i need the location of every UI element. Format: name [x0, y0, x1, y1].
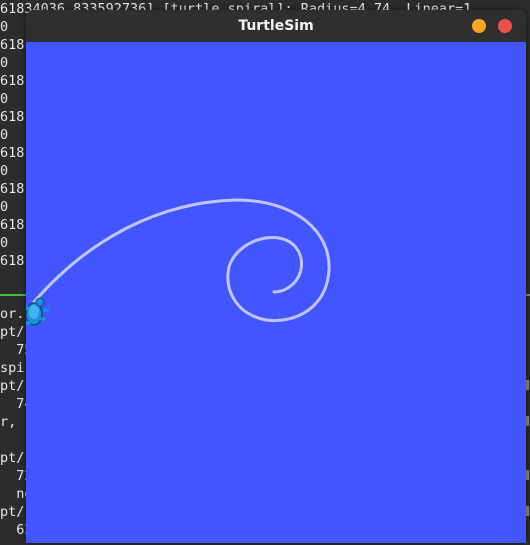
terminal-line: 618	[0, 73, 25, 89]
terminal-line: pt/	[0, 324, 25, 340]
terminal-line: 0	[0, 163, 9, 179]
terminal-line: 618	[0, 217, 25, 233]
terminal-line: r,	[0, 414, 17, 430]
terminal-line: 0	[0, 127, 9, 143]
canvas-drawing	[26, 198, 331, 326]
terminal-line: or.	[0, 306, 25, 322]
minimize-button[interactable]	[472, 19, 486, 33]
terminal-scrollbar[interactable]	[526, 380, 529, 530]
scroll-tick	[526, 506, 529, 516]
scroll-tick	[526, 416, 529, 426]
terminal-line: pt/	[0, 450, 25, 466]
turtlesim-window[interactable]: TurtleSim	[26, 10, 526, 543]
terminal-line: 0	[0, 91, 9, 107]
window-title: TurtleSim	[238, 18, 314, 34]
scroll-tick	[526, 380, 529, 390]
window-titlebar[interactable]: TurtleSim	[26, 10, 526, 42]
terminal-line: pt/	[0, 378, 25, 394]
terminal-line: 618	[0, 253, 25, 269]
terminal-line: 618	[0, 145, 25, 161]
terminal-line: 618	[0, 109, 25, 125]
turtle-canvas	[26, 42, 526, 543]
turtle-path	[32, 198, 331, 323]
terminal-line: 0	[0, 235, 9, 251]
turtle-icon	[26, 297, 49, 326]
scroll-tick	[526, 470, 529, 480]
terminal-pane-divider-right	[526, 294, 530, 296]
terminal-line: pt/	[0, 504, 25, 520]
close-button[interactable]	[498, 19, 512, 33]
terminal-line: 0	[0, 199, 9, 215]
terminal-line: 618	[0, 181, 25, 197]
terminal-pane-divider	[0, 294, 26, 296]
terminal-line: 618	[0, 37, 25, 53]
terminal-line: spi	[0, 360, 25, 376]
terminal-line: 0	[0, 55, 9, 71]
terminal-line: 0	[0, 19, 9, 35]
